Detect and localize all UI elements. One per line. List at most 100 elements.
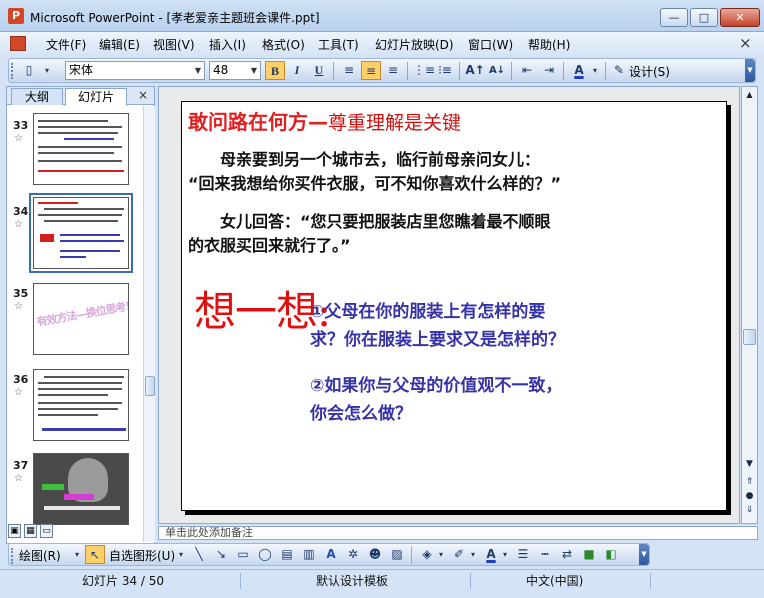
shadow-style-icon[interactable]: ■ — [579, 545, 599, 564]
menu-window[interactable]: 窗口(W) — [468, 36, 513, 53]
powerpoint-app-icon[interactable]: P — [8, 8, 24, 24]
slide-thumbnail-36[interactable] — [33, 369, 129, 441]
slide-thumbnail-37[interactable] — [33, 453, 129, 525]
slide-thumbnail-35[interactable]: 有效方法—换位思考! — [33, 283, 129, 355]
underline-button[interactable]: U — [309, 61, 329, 80]
font-color-dropdown-icon[interactable]: ▾ — [589, 61, 601, 80]
previous-slide-icon[interactable]: ⇑ — [742, 475, 757, 489]
slide-thumbnail-33[interactable] — [33, 113, 129, 185]
diagram-icon[interactable]: ✲ — [343, 545, 363, 564]
slide-title[interactable]: 敢问路在何方—尊重理解是关键 — [188, 106, 461, 135]
align-left-icon[interactable]: ≡ — [339, 61, 359, 80]
maximize-button[interactable]: □ — [690, 8, 718, 27]
design-button[interactable]: 设计(S) — [629, 63, 670, 80]
menu-format[interactable]: 格式(O) — [262, 36, 305, 53]
decrease-font-icon[interactable]: A↓ — [487, 61, 507, 80]
next-slide-icon[interactable]: ⇓ — [742, 503, 757, 517]
slides-pane-scrollbar[interactable] — [143, 106, 155, 542]
select-object-icon[interactable]: ● — [742, 489, 757, 503]
wordart-icon[interactable]: A — [321, 545, 341, 564]
bold-button[interactable]: B — [265, 61, 285, 80]
toolbar-grip[interactable] — [11, 63, 14, 79]
line-style-icon[interactable]: ☰ — [513, 545, 533, 564]
toolbar-grip[interactable] — [11, 548, 14, 564]
tab-slides[interactable]: 幻灯片 — [65, 88, 127, 106]
increase-indent-icon[interactable]: ⇥ — [539, 61, 559, 80]
line-color-icon[interactable]: ✐ — [449, 545, 469, 564]
dash-style-icon[interactable]: ┅ — [535, 545, 555, 564]
scrollbar-thumb[interactable] — [743, 329, 756, 345]
story-line-2[interactable]: “回来我想给你买件衣服，可不知你喜欢什么样的？” — [188, 172, 561, 196]
normal-view-icon[interactable]: ▣ — [8, 524, 21, 538]
fill-color-icon[interactable]: ◈ — [417, 545, 437, 564]
scroll-down-icon[interactable]: ▼ — [742, 457, 757, 471]
autoshapes-menu-button[interactable]: 自选图形(U) — [109, 547, 175, 564]
font-color-icon[interactable]: A — [569, 61, 589, 80]
slide-sorter-icon[interactable]: ▦ — [24, 524, 37, 538]
toolbar-separator — [411, 546, 412, 564]
numbered-list-icon[interactable]: ⋮≡ — [413, 61, 435, 80]
story-line-4[interactable]: 的衣服买回来就行了。” — [188, 234, 351, 258]
font-family-select[interactable]: 宋体 ▼ — [65, 61, 205, 80]
line-color-dropdown-icon[interactable]: ▾ — [469, 545, 477, 564]
align-center-icon[interactable]: ≡ — [361, 61, 381, 80]
notes-pane[interactable]: 单击此处添加备注 — [158, 526, 758, 540]
font-color-icon[interactable]: A — [481, 545, 501, 564]
minimize-button[interactable]: — — [660, 8, 688, 27]
menu-slideshow[interactable]: 幻灯片放映(D) — [375, 36, 454, 53]
draw-dropdown-icon[interactable]: ▾ — [73, 545, 81, 564]
new-slide-icon[interactable]: ▯ — [19, 61, 39, 80]
increase-font-icon[interactable]: A↑ — [465, 61, 485, 80]
font-color-dropdown-icon[interactable]: ▾ — [501, 545, 509, 564]
slideshow-view-icon[interactable]: ▭ — [40, 524, 53, 538]
oval-tool-icon[interactable]: ◯ — [255, 545, 275, 564]
rectangle-tool-icon[interactable]: ▭ — [233, 545, 253, 564]
question-1-line-2[interactable]: 求？你在服装上要求又是怎样的？ — [310, 326, 565, 354]
question-1-line-1[interactable]: ①父母在你的服装上有怎样的要 — [310, 298, 545, 326]
textbox-tool-icon[interactable]: ▤ — [277, 545, 297, 564]
new-dropdown-icon[interactable]: ▾ — [41, 61, 53, 80]
vertical-textbox-icon[interactable]: ▥ — [299, 545, 319, 564]
arrow-tool-icon[interactable]: ↘ — [211, 545, 231, 564]
question-2-line-1[interactable]: ②如果你与父母的价值观不一致， — [310, 372, 562, 400]
draw-menu-button[interactable]: 绘图(R) — [19, 547, 61, 564]
bullet-list-icon[interactable]: ⁝≡ — [435, 61, 455, 80]
arrow-style-icon[interactable]: ⇄ — [557, 545, 577, 564]
tab-outline[interactable]: 大纲 — [11, 88, 63, 105]
menu-insert[interactable]: 插入(I) — [209, 36, 246, 53]
story-line-3[interactable]: 女儿回答：“您只要把服装店里您瞧着最不顺眼 — [188, 210, 551, 234]
autoshapes-dropdown-icon[interactable]: ▾ — [177, 545, 185, 564]
close-button[interactable]: ✕ — [720, 8, 760, 27]
animation-star-icon: ☆ — [14, 219, 23, 230]
question-2-line-2[interactable]: 你会怎么做？ — [310, 400, 412, 428]
design-icon[interactable]: ✎ — [609, 61, 629, 80]
decrease-indent-icon[interactable]: ⇤ — [517, 61, 537, 80]
menu-file[interactable]: 文件(F) — [46, 36, 86, 53]
menu-view[interactable]: 视图(V) — [153, 36, 195, 53]
pane-close-icon[interactable]: × — [138, 88, 148, 102]
menu-help[interactable]: 帮助(H) — [528, 36, 570, 53]
clipart-icon[interactable]: ☻ — [365, 545, 385, 564]
align-right-icon[interactable]: ≡ — [383, 61, 403, 80]
close-document-icon[interactable]: × — [739, 34, 752, 52]
chevron-down-icon[interactable]: ▼ — [248, 62, 260, 79]
italic-button[interactable]: I — [287, 61, 307, 80]
font-size-select[interactable]: 48 ▼ — [209, 61, 261, 80]
current-slide[interactable]: 敢问路在何方—尊重理解是关键 母亲要到另一个城市去，临行前母亲问女儿： “回来我… — [181, 101, 727, 511]
fill-color-dropdown-icon[interactable]: ▾ — [437, 545, 445, 564]
line-tool-icon[interactable]: ╲ — [189, 545, 209, 564]
toolbar-options-icon[interactable]: ▼ — [745, 59, 755, 82]
slide-thumbnail-34[interactable] — [29, 193, 133, 273]
story-line-1[interactable]: 母亲要到另一个城市去，临行前母亲问女儿： — [188, 148, 540, 172]
menu-edit[interactable]: 编辑(E) — [99, 36, 140, 53]
document-icon[interactable] — [10, 36, 26, 51]
slide-scrollbar[interactable]: ▲ ▼ ⇑ ● ⇓ — [741, 86, 758, 524]
select-pointer-icon[interactable]: ↖ — [85, 545, 105, 564]
picture-icon[interactable]: ▨ — [387, 545, 407, 564]
3d-style-icon[interactable]: ◧ — [601, 545, 621, 564]
scrollbar-thumb[interactable] — [145, 376, 155, 396]
toolbar-options-icon[interactable]: ▼ — [639, 544, 649, 565]
scroll-up-icon[interactable]: ▲ — [742, 87, 757, 103]
chevron-down-icon[interactable]: ▼ — [192, 62, 204, 79]
menu-tools[interactable]: 工具(T) — [318, 36, 359, 53]
